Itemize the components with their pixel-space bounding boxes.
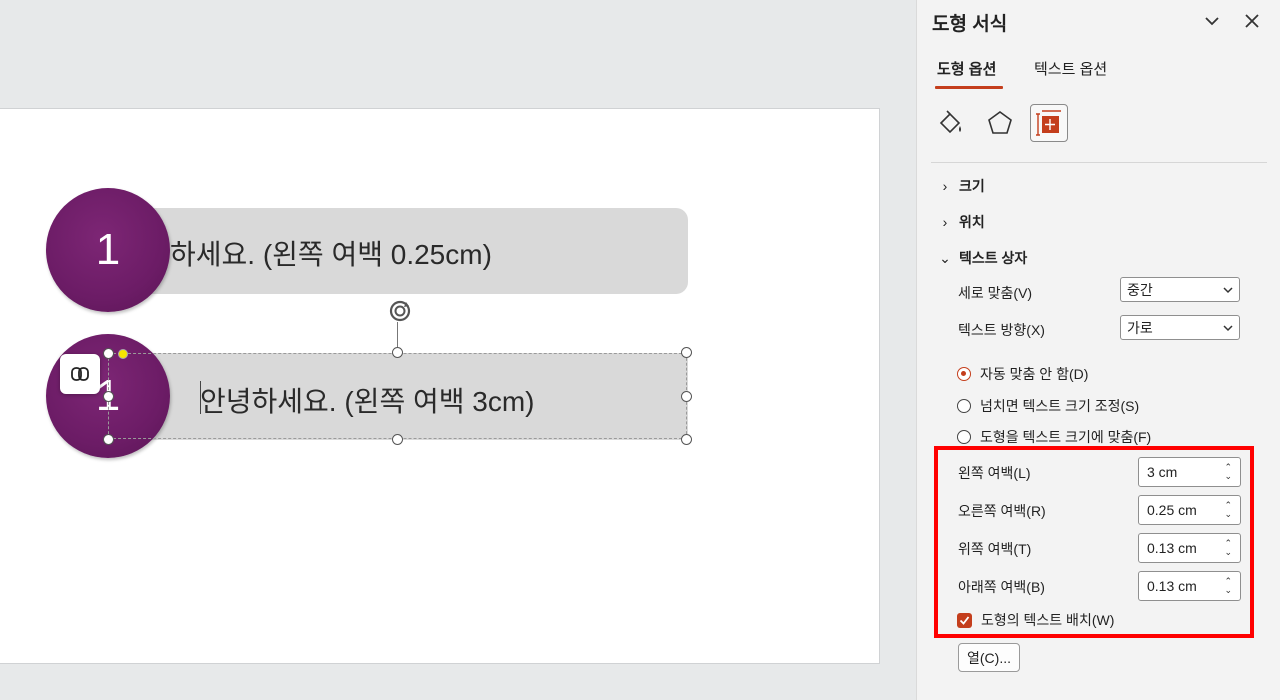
- radio-button[interactable]: [957, 399, 971, 413]
- radio-no-autofit[interactable]: 자동 맞춤 안 함(D): [957, 364, 1088, 384]
- adjustment-handle[interactable]: [118, 349, 128, 359]
- section-size[interactable]: › 크기: [939, 176, 985, 196]
- vertical-align-label: 세로 맞춤(V): [958, 285, 1033, 301]
- right-margin-value: 0.25 cm: [1147, 502, 1197, 518]
- chevron-down-icon: ⌄: [939, 249, 951, 266]
- resize-handle-e[interactable]: [681, 391, 692, 402]
- tab-shape-options[interactable]: 도형 옵션: [937, 58, 996, 79]
- active-tab-indicator: [935, 86, 1003, 89]
- radio-no-autofit-label: 자동 맞춤 안 함(D): [980, 366, 1089, 382]
- radio-resize-shape[interactable]: 도형을 텍스트 크기에 맞춤(F): [957, 427, 1151, 447]
- fill-line-icon[interactable]: [931, 104, 969, 142]
- radio-button[interactable]: [957, 367, 971, 381]
- divider: [931, 162, 1267, 163]
- left-margin-label: 왼쪽 여백(L): [958, 465, 1031, 481]
- close-icon[interactable]: [1241, 10, 1263, 32]
- left-margin-spinner[interactable]: 3 cm ⌃ ⌄: [1138, 457, 1241, 487]
- bottom-margin-label: 아래쪽 여백(B): [958, 579, 1045, 595]
- size-properties-icon[interactable]: [1030, 104, 1068, 142]
- format-shape-pane: 도형 서식 도형 옵션 텍스트 옵션 › 크기 › 위치 ⌄ 텍스트 상자 세로…: [916, 0, 1280, 700]
- resize-handle-w[interactable]: [103, 391, 114, 402]
- checkmark-icon: [959, 615, 970, 625]
- top-margin-value: 0.13 cm: [1147, 540, 1197, 556]
- bottom-margin-value: 0.13 cm: [1147, 578, 1197, 594]
- selection-frame: [108, 353, 687, 439]
- radio-button[interactable]: [957, 430, 971, 444]
- top-margin-spinner[interactable]: 0.13 cm ⌃ ⌄: [1138, 533, 1241, 563]
- dropdown-arrow-icon: [1223, 324, 1233, 331]
- copilot-icon[interactable]: [60, 354, 100, 394]
- text-direction-label: 텍스트 방향(X): [958, 322, 1045, 338]
- resize-handle-s[interactable]: [392, 434, 403, 445]
- spinner-arrows-icon[interactable]: ⌃ ⌄: [1224, 463, 1232, 481]
- section-position-label: 위치: [959, 214, 985, 230]
- pane-title: 도형 서식: [932, 14, 1008, 35]
- section-textbox[interactable]: ⌄ 텍스트 상자: [939, 248, 1027, 268]
- resize-handle-nw[interactable]: [103, 348, 114, 359]
- bottom-margin-spinner[interactable]: 0.13 cm ⌃ ⌄: [1138, 571, 1241, 601]
- radio-shrink-text[interactable]: 넘치면 텍스트 크기 조정(S): [957, 396, 1139, 416]
- section-textbox-label: 텍스트 상자: [959, 250, 1028, 266]
- text-direction-value: 가로: [1127, 319, 1153, 336]
- resize-handle-ne[interactable]: [681, 347, 692, 358]
- spinner-arrows-icon[interactable]: ⌃ ⌄: [1224, 501, 1232, 519]
- section-size-label: 크기: [959, 178, 985, 194]
- slide-canvas-area: 하세요. (왼쪽 여백 0.25cm) 1 안녕하세요. (왼쪽 여백 3cm)…: [0, 0, 916, 700]
- right-margin-spinner[interactable]: 0.25 cm ⌃ ⌄: [1138, 495, 1241, 525]
- chevron-right-icon: ›: [942, 214, 948, 230]
- text-direction-select[interactable]: 가로: [1120, 315, 1240, 340]
- resize-handle-n[interactable]: [392, 347, 403, 358]
- circle-1-number: 1: [95, 225, 121, 274]
- radio-shrink-text-label: 넘치면 텍스트 크기 조정(S): [980, 398, 1140, 414]
- chevron-right-icon: ›: [942, 178, 948, 194]
- right-margin-label: 오른쪽 여백(R): [958, 503, 1046, 519]
- wrap-text-label: 도형의 텍스트 배치(W): [981, 612, 1115, 628]
- dropdown-arrow-icon: [1223, 286, 1233, 293]
- effects-pentagon-icon[interactable]: [981, 104, 1019, 142]
- tab-text-options[interactable]: 텍스트 옵션: [1034, 58, 1107, 79]
- spinner-arrows-icon[interactable]: ⌃ ⌄: [1224, 577, 1232, 595]
- rotate-handle-icon[interactable]: [386, 298, 414, 326]
- section-position[interactable]: › 위치: [939, 212, 985, 232]
- number-circle-1[interactable]: 1: [46, 188, 170, 312]
- top-margin-label: 위쪽 여백(T): [958, 541, 1032, 557]
- wrap-text-checkbox-row[interactable]: 도형의 텍스트 배치(W): [957, 610, 1114, 630]
- resize-handle-sw[interactable]: [103, 434, 114, 445]
- vertical-align-value: 중간: [1127, 281, 1153, 298]
- resize-handle-se[interactable]: [681, 434, 692, 445]
- columns-button[interactable]: 열(C)...: [958, 643, 1020, 672]
- left-margin-value: 3 cm: [1147, 464, 1178, 480]
- bar-1-text[interactable]: 하세요. (왼쪽 여백 0.25cm): [170, 233, 492, 273]
- chevron-down-icon[interactable]: [1201, 10, 1223, 32]
- radio-resize-shape-label: 도형을 텍스트 크기에 맞춤(F): [980, 429, 1152, 445]
- vertical-align-select[interactable]: 중간: [1120, 277, 1240, 302]
- spinner-arrows-icon[interactable]: ⌃ ⌄: [1224, 539, 1232, 557]
- wrap-text-checkbox[interactable]: [957, 612, 972, 628]
